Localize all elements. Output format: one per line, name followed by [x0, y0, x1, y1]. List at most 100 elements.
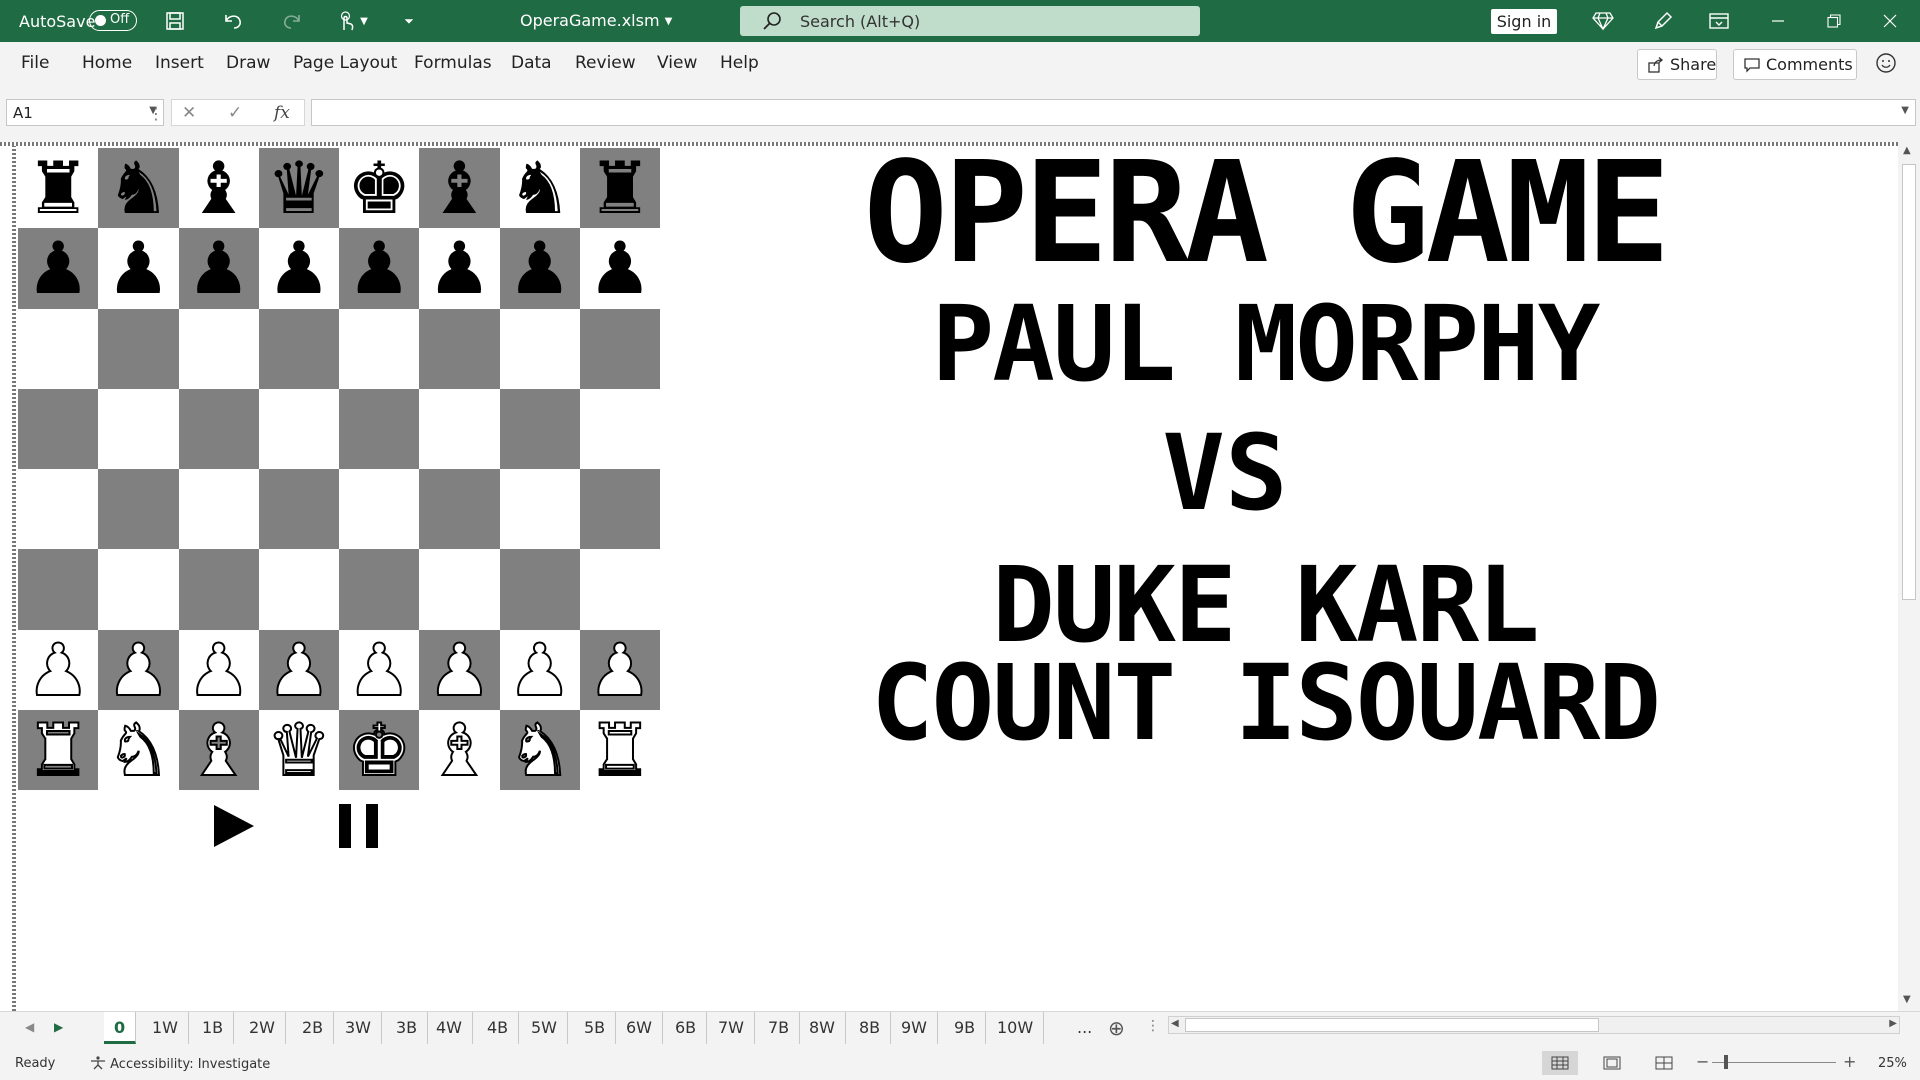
sheet-tab[interactable]: 2W — [239, 1012, 286, 1044]
sheet-tab[interactable]: 8B — [849, 1012, 892, 1044]
comments-button[interactable]: Comments — [1733, 49, 1857, 80]
tab-scroll-right-icon[interactable]: ▶ — [54, 1020, 63, 1034]
menu-home[interactable]: Home — [82, 53, 132, 73]
board-square-d7[interactable]: ♟ — [258, 228, 339, 309]
new-sheet-icon[interactable]: ⊕ — [1108, 1016, 1125, 1040]
board-square-f6[interactable] — [419, 308, 500, 389]
board-square-e3[interactable] — [339, 549, 420, 630]
formula-input[interactable]: ▼ — [311, 99, 1916, 126]
board-square-e7[interactable]: ♟ — [339, 228, 420, 309]
board-square-d2[interactable]: ♟ — [258, 629, 339, 710]
board-square-b2[interactable]: ♟ — [98, 629, 179, 710]
board-square-b1[interactable]: ♞ — [98, 709, 179, 790]
menu-file[interactable]: File — [21, 53, 49, 73]
play-icon[interactable] — [212, 803, 256, 853]
undo-icon[interactable] — [220, 8, 246, 34]
board-square-h5[interactable] — [579, 388, 660, 469]
sheet-tab[interactable]: 3W — [335, 1012, 382, 1044]
board-square-f7[interactable]: ♟ — [419, 228, 500, 309]
board-square-c7[interactable]: ♟ — [178, 228, 259, 309]
scroll-up-icon[interactable]: ▲ — [1903, 145, 1911, 156]
board-square-e6[interactable] — [339, 308, 420, 389]
vertical-scrollbar[interactable]: ▲ ▼ — [1898, 142, 1920, 1011]
board-square-b8[interactable]: ♞ — [98, 148, 179, 229]
document-title[interactable]: OperaGame.xlsm ▼ — [520, 11, 672, 30]
board-square-g5[interactable] — [499, 388, 580, 469]
sheet-tab[interactable]: 7B — [758, 1012, 801, 1044]
feedback-smiley-icon[interactable] — [1875, 52, 1897, 78]
board-square-h8[interactable]: ♜ — [579, 148, 660, 229]
board-square-g4[interactable] — [499, 469, 580, 550]
board-square-f1[interactable]: ♝ — [419, 709, 500, 790]
enter-icon[interactable]: ✓ — [228, 103, 242, 123]
pen-icon[interactable] — [1650, 8, 1676, 34]
menu-draw[interactable]: Draw — [226, 53, 270, 73]
worksheet[interactable]: ♜ ♞ ♝ ♛ ♚ ♝ ♞ ♜ ♟ ♟ ♟ ♟ ♟ ♟ ♟ ♟ ♟ ♟ ♟ ♟ ♟ ♟ ♟ ♟ ♜ ♞ ♝ ♛ ♚ ♝ ♞ ♜ OPERA G… — [0, 142, 1898, 1011]
sheet-tab[interactable]: 1W — [142, 1012, 189, 1044]
board-square-b3[interactable] — [98, 549, 179, 630]
zoom-level[interactable]: 25% — [1878, 1056, 1907, 1071]
board-square-h7[interactable]: ♟ — [579, 228, 660, 309]
board-square-h6[interactable] — [579, 308, 660, 389]
menu-insert[interactable]: Insert — [155, 53, 204, 73]
sheet-tab[interactable]: 5W — [521, 1012, 568, 1044]
more-sheets-button[interactable]: ... — [1067, 1012, 1102, 1044]
scroll-right-icon[interactable]: ▶ — [1889, 1018, 1897, 1029]
board-square-a6[interactable] — [18, 308, 99, 389]
restore-icon[interactable] — [1806, 0, 1862, 42]
scroll-down-icon[interactable]: ▼ — [1903, 994, 1911, 1005]
board-square-c5[interactable] — [178, 388, 259, 469]
search-box[interactable]: Search (Alt+Q) — [740, 6, 1200, 36]
board-square-a7[interactable]: ♟ — [18, 228, 99, 309]
tab-scroll-left-icon[interactable]: ◀ — [25, 1020, 34, 1034]
scroll-left-icon[interactable]: ◀ — [1171, 1018, 1179, 1029]
board-square-f2[interactable]: ♟ — [419, 629, 500, 710]
normal-view-icon[interactable] — [1542, 1051, 1578, 1075]
board-square-f5[interactable] — [419, 388, 500, 469]
tab-splitter-icon[interactable]: ⋮ — [1146, 1018, 1160, 1034]
board-square-h4[interactable] — [579, 469, 660, 550]
minimize-icon[interactable] — [1750, 0, 1806, 42]
sheet-tab[interactable]: 9B — [944, 1012, 987, 1044]
sheet-tab[interactable]: 3B — [386, 1012, 429, 1044]
zoom-out-icon[interactable]: − — [1696, 1052, 1709, 1071]
customize-qat-icon[interactable]: ⏷ — [396, 8, 422, 34]
save-icon[interactable] — [162, 8, 188, 34]
menu-view[interactable]: View — [657, 53, 697, 73]
board-square-g2[interactable]: ♟ — [499, 629, 580, 710]
share-button[interactable]: Share — [1637, 49, 1717, 80]
horizontal-scroll-thumb[interactable] — [1185, 1018, 1599, 1032]
name-box[interactable]: A1 ▼ — [6, 99, 164, 126]
sheet-tab[interactable]: 4B — [477, 1012, 520, 1044]
menu-formulas[interactable]: Formulas — [414, 53, 492, 73]
board-square-c4[interactable] — [178, 469, 259, 550]
sheet-tab[interactable]: 6B — [665, 1012, 708, 1044]
zoom-slider-track[interactable] — [1712, 1062, 1836, 1063]
board-square-e8[interactable]: ♚ — [339, 148, 420, 229]
sheet-tab[interactable]: 4W — [426, 1012, 473, 1044]
autosave-toggle[interactable]: Off — [89, 10, 137, 31]
board-square-g7[interactable]: ♟ — [499, 228, 580, 309]
expand-formula-bar-icon[interactable]: ▼ — [1901, 105, 1909, 116]
menu-data[interactable]: Data — [511, 53, 552, 73]
menu-page-layout[interactable]: Page Layout — [293, 53, 397, 73]
board-square-g6[interactable] — [499, 308, 580, 389]
sheet-tab[interactable]: 9W — [891, 1012, 938, 1044]
sheet-tab[interactable]: 8W — [799, 1012, 846, 1044]
board-square-g8[interactable]: ♞ — [499, 148, 580, 229]
vertical-scroll-thumb[interactable] — [1902, 164, 1916, 600]
board-square-a1[interactable]: ♜ — [18, 709, 99, 790]
diamond-icon[interactable] — [1590, 8, 1616, 34]
cancel-icon[interactable]: ✕ — [182, 103, 196, 123]
board-square-b5[interactable] — [98, 388, 179, 469]
accessibility-status[interactable]: Accessibility: Investigate — [90, 1056, 270, 1072]
board-square-d3[interactable] — [258, 549, 339, 630]
board-square-d1[interactable]: ♛ — [258, 709, 339, 790]
sheet-tab[interactable]: 6W — [616, 1012, 663, 1044]
board-square-e5[interactable] — [339, 388, 420, 469]
board-square-b7[interactable]: ♟ — [98, 228, 179, 309]
board-square-d8[interactable]: ♛ — [258, 148, 339, 229]
board-square-g1[interactable]: ♞ — [499, 709, 580, 790]
board-square-h1[interactable]: ♜ — [579, 709, 660, 790]
board-square-a4[interactable] — [18, 469, 99, 550]
